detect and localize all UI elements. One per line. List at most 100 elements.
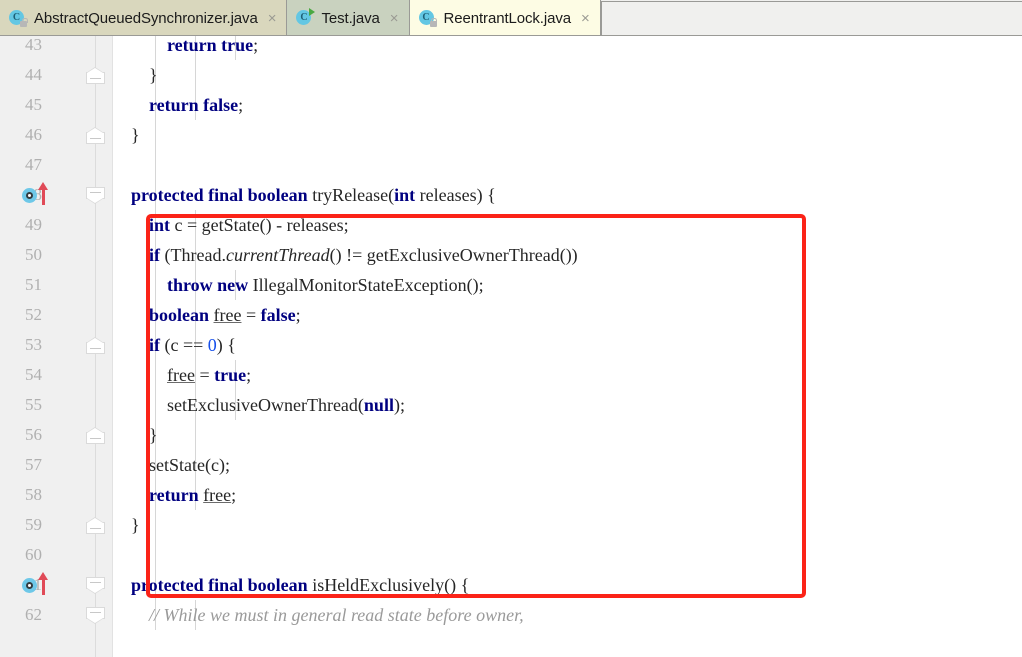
code-token: 0 xyxy=(207,335,217,355)
gutter-row[interactable]: 46 xyxy=(0,120,113,150)
code-token: protected xyxy=(131,185,204,205)
code-token: (Thread. xyxy=(160,245,226,265)
gutter-row[interactable]: 44 xyxy=(0,60,113,90)
gutter-row[interactable]: 61 xyxy=(0,570,113,600)
code-line[interactable]: return true; xyxy=(113,36,1022,60)
editor-tab-2[interactable]: C Test.java × xyxy=(287,0,410,36)
code-token: ; xyxy=(295,305,301,325)
code-token: null xyxy=(363,395,394,415)
close-icon[interactable]: × xyxy=(580,11,591,26)
code-line[interactable] xyxy=(113,150,1022,180)
code-token: } xyxy=(113,425,158,445)
code-token: final xyxy=(208,575,244,595)
gutter-row[interactable]: 47 xyxy=(0,150,113,180)
code-line[interactable]: return false; xyxy=(113,90,1022,120)
code-fold-toggle-icon[interactable] xyxy=(86,577,105,594)
code-line[interactable]: int c = getState() - releases; xyxy=(113,210,1022,240)
code-token: setExclusiveOwnerThread( xyxy=(113,395,364,415)
code-token: boolean xyxy=(149,305,210,325)
close-icon[interactable]: × xyxy=(267,11,278,26)
line-number: 58 xyxy=(25,485,42,504)
gutter-row[interactable]: 59 xyxy=(0,510,113,540)
overridden-method-up-arrow-icon[interactable] xyxy=(38,182,49,206)
line-number: 59 xyxy=(25,515,42,534)
code-fold-toggle-icon[interactable] xyxy=(86,187,105,204)
line-number: 51 xyxy=(25,275,42,294)
gutter-row[interactable]: 49 xyxy=(0,210,113,240)
gutter-row[interactable]: 48 xyxy=(0,180,113,210)
gutter-row[interactable]: 45 xyxy=(0,90,113,120)
code-line[interactable]: boolean free = false; xyxy=(113,300,1022,330)
gutter-row[interactable]: 51 xyxy=(0,270,113,300)
editor-gutter[interactable]: 43 44 45 46 47 48 49 50 51 52 53 54 55 56 57 58 59 60 61 62 xyxy=(0,35,113,657)
editor-tab-3[interactable]: C ReentrantLock.java × xyxy=(409,0,601,36)
line-number: 53 xyxy=(25,335,42,354)
gutter-row[interactable]: 50 xyxy=(0,240,113,270)
code-token: ; xyxy=(231,485,237,505)
gutter-row[interactable]: 62 xyxy=(0,600,113,630)
gutter-row[interactable]: 53 xyxy=(0,330,113,360)
code-fold-toggle-icon[interactable] xyxy=(86,427,105,444)
gutter-row[interactable]: 43 xyxy=(0,30,113,60)
code-line[interactable]: protected final boolean tryRelease(int r… xyxy=(113,180,1022,210)
gutter-row[interactable]: 57 xyxy=(0,450,113,480)
line-number: 44 xyxy=(25,65,42,84)
code-token: (c == xyxy=(160,335,208,355)
editor-tab-label: ReentrantLock.java xyxy=(443,9,572,27)
line-number: 49 xyxy=(25,215,42,234)
code-text-area[interactable]: return true; } return false; } protected… xyxy=(113,36,1022,657)
code-line[interactable]: } xyxy=(113,60,1022,90)
gutter-row[interactable]: 54 xyxy=(0,360,113,390)
code-line[interactable]: setState(c); xyxy=(113,450,1022,480)
code-token: ); xyxy=(393,395,405,415)
gutter-row[interactable]: 58 xyxy=(0,480,113,510)
code-line[interactable]: } xyxy=(113,510,1022,540)
gutter-row[interactable]: 56 xyxy=(0,420,113,450)
code-token: return xyxy=(167,36,217,55)
code-token: if xyxy=(149,245,160,265)
code-line[interactable]: if (Thread.currentThread() != getExclusi… xyxy=(113,240,1022,270)
code-line[interactable]: setExclusiveOwnerThread(null); xyxy=(113,390,1022,420)
editor-tab-bar: C AbstractQueuedSynchronizer.java × C Test.j… xyxy=(0,0,1022,37)
gutter-row[interactable]: 52 xyxy=(0,300,113,330)
code-fold-toggle-icon[interactable] xyxy=(86,607,105,624)
code-editor[interactable]: 43 44 45 46 47 48 49 50 51 52 53 54 55 56 57 58 59 60 61 62… xyxy=(0,35,1022,657)
code-token: () != getExclusiveOwnerThread()) xyxy=(329,245,578,265)
line-number: 62 xyxy=(25,605,42,624)
code-token: tryRelease( xyxy=(307,185,395,205)
code-token: ; xyxy=(238,95,244,115)
gutter-row[interactable]: 55 xyxy=(0,390,113,420)
code-line[interactable]: } xyxy=(113,420,1022,450)
code-fold-toggle-icon[interactable] xyxy=(86,67,105,84)
close-icon[interactable]: × xyxy=(389,11,400,26)
code-line[interactable]: throw new IllegalMonitorStateException()… xyxy=(113,270,1022,300)
code-line[interactable]: return free; xyxy=(113,480,1022,510)
code-fold-toggle-icon[interactable] xyxy=(86,127,105,144)
code-line[interactable]: protected final boolean isHeldExclusivel… xyxy=(113,570,1022,600)
gutter-row[interactable]: 60 xyxy=(0,540,113,570)
code-token: boolean xyxy=(247,185,308,205)
code-fold-toggle-icon[interactable] xyxy=(86,517,105,534)
code-token: ) { xyxy=(216,335,236,355)
line-number: 54 xyxy=(25,365,42,384)
code-fold-toggle-icon[interactable] xyxy=(86,337,105,354)
code-line[interactable]: if (c == 0) { xyxy=(113,330,1022,360)
code-line[interactable]: // While we must in general read state b… xyxy=(113,600,1022,630)
overridden-method-up-arrow-icon[interactable] xyxy=(38,572,49,596)
java-class-runnable-icon: C xyxy=(296,8,316,27)
line-number: 50 xyxy=(25,245,42,264)
code-line[interactable]: free = true; xyxy=(113,360,1022,390)
code-token: false xyxy=(260,305,296,325)
code-line[interactable]: } xyxy=(113,120,1022,150)
line-number: 46 xyxy=(25,125,42,144)
code-token: protected xyxy=(131,575,204,595)
code-line[interactable] xyxy=(113,540,1022,570)
code-token: return xyxy=(149,485,199,505)
code-token: throw xyxy=(167,275,213,295)
